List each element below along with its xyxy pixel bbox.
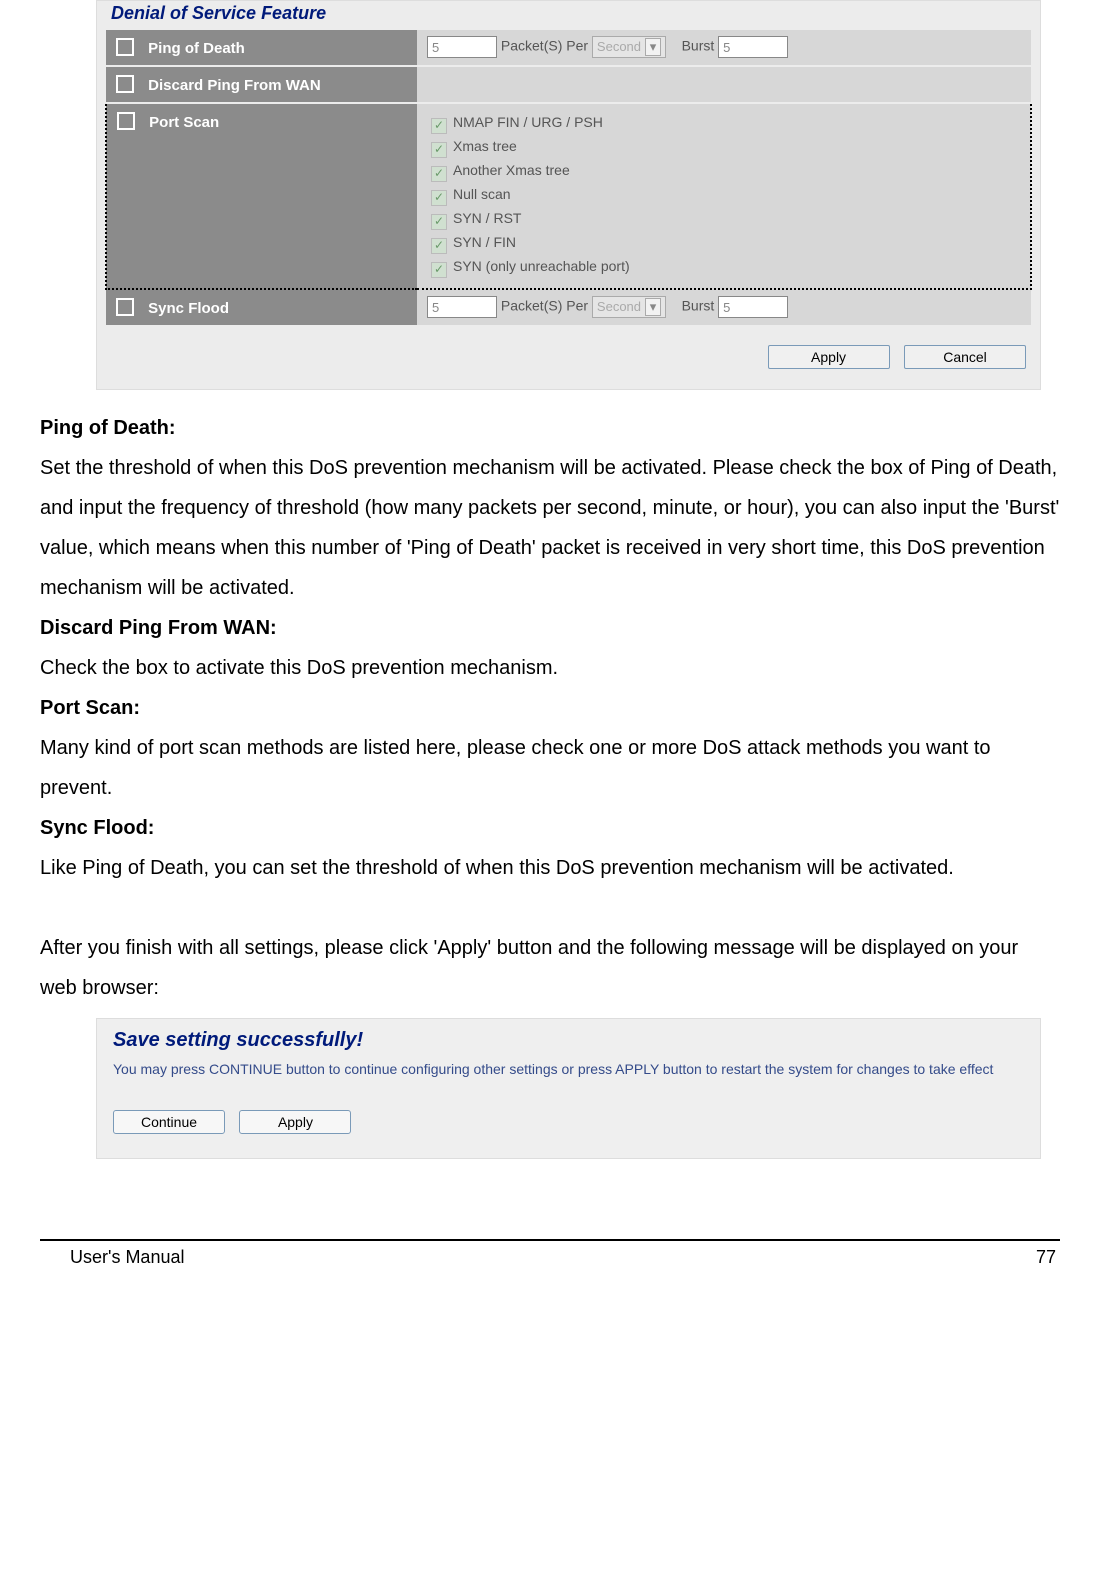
portscan-option-label: Null scan — [453, 186, 511, 202]
row-discard-ping: Discard Ping From WAN — [106, 66, 1031, 103]
portscan-option-checkbox[interactable]: ✓ — [431, 166, 447, 182]
heading-sync-flood: Sync Flood: — [40, 808, 1060, 848]
portscan-option-label: Another Xmas tree — [453, 162, 570, 178]
sync-burst-input[interactable] — [718, 296, 788, 318]
ping-of-death-checkbox[interactable] — [116, 38, 134, 56]
sync-flood-checkbox[interactable] — [116, 298, 134, 316]
save-success-title: Save setting successfully! — [113, 1029, 1024, 1052]
paragraph: Many kind of port scan methods are liste… — [40, 728, 1060, 808]
save-success-panel: Save setting successfully! You may press… — [96, 1018, 1041, 1159]
sync-burst-label: Burst — [682, 298, 715, 314]
row-ping-of-death: Ping of Death Packet(S) Per Second▾ Burs… — [106, 30, 1031, 66]
footer-title: User's Manual — [70, 1247, 184, 1268]
sync-interval-select[interactable]: Second▾ — [592, 296, 666, 318]
footer-divider — [40, 1239, 1060, 1241]
continue-button[interactable]: Continue — [113, 1110, 225, 1134]
portscan-option-label: NMAP FIN / URG / PSH — [453, 114, 603, 130]
sync-packets-label: Packet(S) Per — [501, 298, 588, 314]
portscan-option-checkbox[interactable]: ✓ — [431, 214, 447, 230]
ping-packets-input[interactable] — [427, 36, 497, 58]
portscan-option-label: SYN / RST — [453, 210, 521, 226]
ping-interval-select[interactable]: Second▾ — [592, 36, 666, 58]
paragraph: After you finish with all settings, plea… — [40, 928, 1060, 1008]
portscan-option-checkbox[interactable]: ✓ — [431, 190, 447, 206]
portscan-option-checkbox[interactable]: ✓ — [431, 262, 447, 278]
paragraph: Check the box to activate this DoS preve… — [40, 648, 1060, 688]
sync-flood-label: Sync Flood — [148, 300, 229, 317]
portscan-option-checkbox[interactable]: ✓ — [431, 142, 447, 158]
row-port-scan: Port Scan ✓ NMAP FIN / URG / PSH ✓ Xmas tr… — [106, 103, 1031, 289]
paragraph: Like Ping of Death, you can set the thre… — [40, 848, 1060, 888]
heading-ping-of-death: Ping of Death: — [40, 408, 1060, 448]
sync-packets-input[interactable] — [427, 296, 497, 318]
portscan-option-checkbox[interactable]: ✓ — [431, 118, 447, 134]
ping-burst-input[interactable] — [718, 36, 788, 58]
dos-feature-panel: Denial of Service Feature Ping of Death … — [96, 0, 1041, 390]
portscan-option-checkbox[interactable]: ✓ — [431, 238, 447, 254]
heading-port-scan: Port Scan: — [40, 688, 1060, 728]
chevron-down-icon: ▾ — [645, 298, 661, 316]
chevron-down-icon: ▾ — [645, 38, 661, 56]
apply-button[interactable]: Apply — [768, 345, 890, 369]
port-scan-checkbox[interactable] — [117, 112, 135, 130]
discard-ping-checkbox[interactable] — [116, 75, 134, 93]
save-success-message: You may press CONTINUE button to continu… — [113, 1060, 1024, 1080]
document-body: Ping of Death: Set the threshold of when… — [40, 408, 1060, 1008]
row-sync-flood: Sync Flood Packet(S) Per Second▾ Burst — [106, 289, 1031, 326]
paragraph: Set the threshold of when this DoS preve… — [40, 448, 1060, 608]
portscan-option-label: SYN / FIN — [453, 234, 516, 250]
ping-packets-label: Packet(S) Per — [501, 38, 588, 54]
dos-section-title: Denial of Service Feature — [105, 1, 1032, 30]
portscan-option-label: Xmas tree — [453, 138, 517, 154]
portscan-option-label: SYN (only unreachable port) — [453, 258, 630, 274]
port-scan-label: Port Scan — [149, 114, 219, 131]
heading-discard-ping: Discard Ping From WAN: — [40, 608, 1060, 648]
apply-button[interactable]: Apply — [239, 1110, 351, 1134]
cancel-button[interactable]: Cancel — [904, 345, 1026, 369]
page-number: 77 — [1036, 1247, 1056, 1268]
ping-of-death-label: Ping of Death — [148, 40, 245, 57]
discard-ping-label: Discard Ping From WAN — [148, 77, 321, 94]
ping-burst-label: Burst — [682, 38, 715, 54]
